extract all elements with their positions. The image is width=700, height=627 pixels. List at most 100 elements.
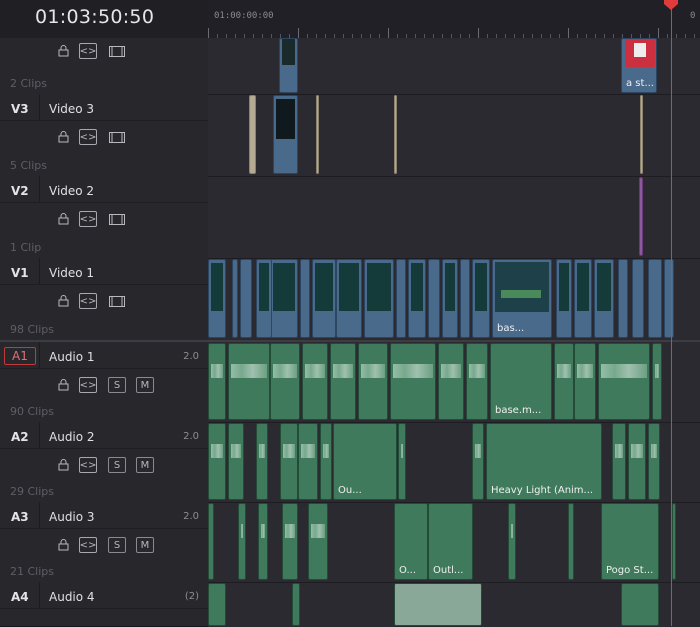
- audio-clip[interactable]: [628, 423, 646, 500]
- audio-clip[interactable]: [438, 343, 464, 420]
- video-clip[interactable]: [312, 259, 336, 338]
- audio-clip[interactable]: [228, 343, 270, 420]
- video-clip[interactable]: [408, 259, 426, 338]
- track-display-icon[interactable]: [108, 293, 126, 309]
- video-clip[interactable]: [279, 38, 298, 93]
- audio-clip[interactable]: base.m...: [490, 343, 552, 420]
- audio-clip[interactable]: Pogo St...: [601, 503, 659, 580]
- video-clip[interactable]: [273, 95, 298, 174]
- mute-button[interactable]: M: [136, 457, 154, 473]
- audio-clip[interactable]: [302, 343, 328, 420]
- video-clip[interactable]: [316, 95, 319, 174]
- audio-clip[interactable]: [330, 343, 356, 420]
- video-clip[interactable]: [300, 259, 310, 338]
- audio-clip[interactable]: [256, 423, 268, 500]
- video-clip[interactable]: [394, 95, 397, 174]
- track-display-icon[interactable]: [108, 211, 126, 227]
- audio-clip[interactable]: [672, 503, 676, 580]
- audio-clip[interactable]: [568, 503, 574, 580]
- solo-button[interactable]: S: [108, 537, 126, 553]
- audio-clip[interactable]: [280, 423, 298, 500]
- mute-button[interactable]: M: [136, 377, 154, 393]
- track-display-icon[interactable]: [108, 43, 126, 59]
- audio-clip[interactable]: Outl...: [428, 503, 473, 580]
- video-clip[interactable]: [240, 259, 252, 338]
- audio-clip[interactable]: [208, 423, 226, 500]
- video-clip[interactable]: [472, 259, 490, 338]
- video-clip[interactable]: a st...: [621, 38, 657, 93]
- solo-button[interactable]: S: [108, 457, 126, 473]
- video-clip[interactable]: [442, 259, 458, 338]
- audio-clip[interactable]: [308, 503, 328, 580]
- video-clip[interactable]: [639, 177, 643, 256]
- audio-clip[interactable]: O...: [394, 503, 428, 580]
- audio-clip[interactable]: [598, 343, 650, 420]
- mute-button[interactable]: M: [136, 537, 154, 553]
- auto-select-icon[interactable]: <>: [79, 537, 97, 553]
- audio-clip[interactable]: [258, 503, 268, 580]
- audio-clip[interactable]: [208, 583, 226, 626]
- lock-icon[interactable]: [54, 293, 72, 309]
- audio-clip[interactable]: [648, 423, 660, 500]
- auto-select-icon[interactable]: <>: [79, 377, 97, 393]
- audio-clip[interactable]: [472, 423, 484, 500]
- audio-clip[interactable]: [358, 343, 388, 420]
- audio-clip[interactable]: Heavy Light (Anim...: [486, 423, 602, 500]
- track-name[interactable]: Video 3: [49, 102, 94, 116]
- video-clip[interactable]: [364, 259, 394, 338]
- audio-clip[interactable]: [466, 343, 488, 420]
- audio-clip[interactable]: [320, 423, 332, 500]
- audio-clip[interactable]: [282, 503, 298, 580]
- track-id[interactable]: A1: [4, 347, 36, 365]
- track-name[interactable]: Audio 4: [49, 590, 95, 604]
- video-clip[interactable]: bas...: [492, 259, 552, 338]
- video-clip[interactable]: [460, 259, 470, 338]
- lock-icon[interactable]: [54, 211, 72, 227]
- timecode-display[interactable]: 01:03:50:50: [35, 6, 154, 28]
- audio-clip[interactable]: [292, 583, 300, 626]
- audio-clip[interactable]: [398, 423, 406, 500]
- timeline-ruler[interactable]: 01:00:00:00 0: [208, 0, 700, 39]
- video-clip[interactable]: [574, 259, 592, 338]
- audio-clip[interactable]: Ou...: [333, 423, 397, 500]
- video-clip[interactable]: [556, 259, 572, 338]
- auto-select-icon[interactable]: <>: [79, 457, 97, 473]
- audio-clip[interactable]: [270, 343, 300, 420]
- auto-select-icon[interactable]: <>: [79, 211, 97, 227]
- video-clip[interactable]: [270, 259, 298, 338]
- video-clip[interactable]: [249, 95, 256, 174]
- audio-clip[interactable]: [612, 423, 626, 500]
- video-clip[interactable]: [208, 259, 226, 338]
- lock-icon[interactable]: [54, 43, 72, 59]
- audio-clip[interactable]: [208, 503, 214, 580]
- solo-button[interactable]: S: [108, 377, 126, 393]
- audio-clip[interactable]: [208, 343, 226, 420]
- track-name[interactable]: Video 2: [49, 184, 94, 198]
- video-clip[interactable]: [256, 259, 272, 338]
- lock-icon[interactable]: [54, 457, 72, 473]
- auto-select-icon[interactable]: <>: [79, 129, 97, 145]
- audio-clip[interactable]: [390, 343, 436, 420]
- video-clip[interactable]: [664, 259, 674, 338]
- video-clip[interactable]: [640, 95, 643, 174]
- audio-clip[interactable]: [574, 343, 596, 420]
- audio-clip[interactable]: [554, 343, 574, 420]
- lock-icon[interactable]: [54, 129, 72, 145]
- auto-select-icon[interactable]: <>: [79, 43, 97, 59]
- audio-clip[interactable]: [394, 583, 482, 626]
- playhead[interactable]: [671, 0, 672, 626]
- audio-clip[interactable]: [298, 423, 318, 500]
- track-name[interactable]: Audio 2: [49, 430, 95, 444]
- lock-icon[interactable]: [54, 537, 72, 553]
- video-clip[interactable]: [594, 259, 614, 338]
- track-name[interactable]: Video 1: [49, 266, 94, 280]
- playhead-handle-icon[interactable]: [664, 0, 678, 10]
- video-clip[interactable]: [428, 259, 440, 338]
- audio-clip[interactable]: [652, 343, 662, 420]
- video-clip[interactable]: [336, 259, 362, 338]
- track-name[interactable]: Audio 3: [49, 510, 95, 524]
- auto-select-icon[interactable]: <>: [79, 293, 97, 309]
- video-clip[interactable]: [618, 259, 628, 338]
- audio-clip[interactable]: [238, 503, 246, 580]
- lock-icon[interactable]: [54, 377, 72, 393]
